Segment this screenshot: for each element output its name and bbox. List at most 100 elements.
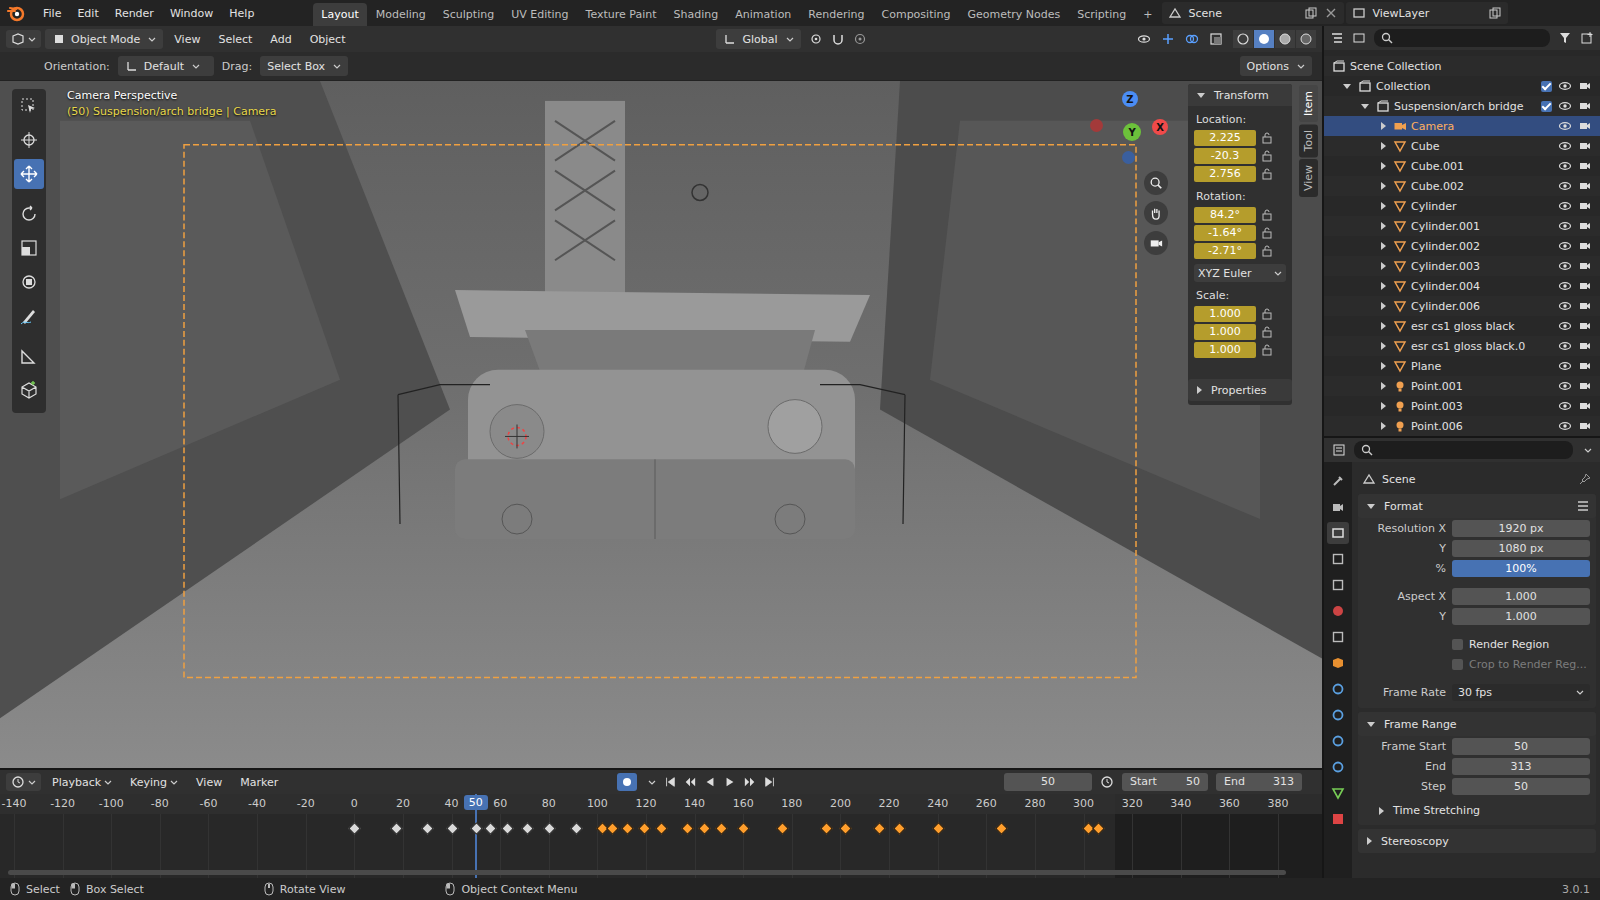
sidebar-tab[interactable]: Item [1299, 85, 1318, 122]
keyframe[interactable] [932, 822, 945, 835]
keyframe[interactable] [698, 822, 711, 835]
y-axis-handle[interactable]: Y [1123, 123, 1141, 141]
keyframe[interactable] [776, 822, 789, 835]
timeline-menu[interactable]: Keying [123, 773, 185, 792]
preview-range-icon[interactable] [1100, 775, 1114, 789]
horizontal-scrollbar[interactable] [8, 870, 1286, 875]
xray-icon[interactable] [1209, 32, 1223, 46]
end-frame-field[interactable]: End313 [1216, 773, 1302, 791]
display-mode-icon[interactable] [1352, 31, 1366, 45]
tool-button[interactable] [14, 159, 44, 189]
eye-icon[interactable] [1558, 199, 1572, 213]
exclude-checkbox[interactable] [1541, 101, 1552, 112]
location-field[interactable]: 2.225 [1194, 130, 1256, 146]
outliner-row[interactable]: Cube [1324, 136, 1600, 156]
lock-icon[interactable] [1261, 150, 1273, 162]
render-camera-icon[interactable] [1578, 119, 1592, 133]
frame-range-header[interactable]: Frame Range [1358, 712, 1596, 736]
properties-tab[interactable] [1327, 522, 1349, 544]
timeline-menu[interactable]: View [189, 773, 229, 792]
negative-x-handle[interactable] [1090, 119, 1103, 132]
eye-icon[interactable] [1558, 279, 1572, 293]
visibility-icon[interactable] [1137, 32, 1151, 46]
keyframe[interactable] [543, 822, 556, 835]
keyframe[interactable] [715, 822, 728, 835]
shading-button[interactable] [1296, 30, 1316, 48]
expand-arrow-icon[interactable] [1381, 382, 1386, 390]
eye-icon[interactable] [1558, 299, 1572, 313]
options-dropdown[interactable]: Options [1240, 56, 1312, 76]
eye-icon[interactable] [1558, 339, 1572, 353]
checkbox-field[interactable]: Render Region [1452, 638, 1549, 651]
properties-tab[interactable] [1327, 704, 1349, 726]
expand-arrow-icon[interactable] [1381, 142, 1386, 150]
eye-icon[interactable] [1558, 139, 1572, 153]
navigation-gizmo[interactable]: ZYX [1090, 89, 1170, 169]
auto-keying-button[interactable] [617, 773, 637, 791]
property-field[interactable]: 30 fps [1452, 684, 1590, 701]
rotation-field[interactable]: -1.64° [1194, 225, 1256, 241]
negative-z-handle[interactable] [1122, 151, 1135, 164]
scene-selector[interactable]: Scene [1162, 2, 1344, 24]
keyframe[interactable] [348, 822, 361, 835]
menu-item[interactable]: Help [222, 4, 261, 23]
drag-setting[interactable]: Select Box [260, 56, 348, 76]
expand-arrow-icon[interactable] [1381, 242, 1386, 250]
snap-icon[interactable] [831, 32, 845, 46]
viewport-menu[interactable]: View [167, 30, 207, 49]
properties-tab[interactable] [1327, 496, 1349, 518]
start-frame-field[interactable]: Start50 [1122, 773, 1208, 791]
keyframe[interactable] [621, 822, 634, 835]
lock-icon[interactable] [1261, 168, 1273, 180]
location-field[interactable]: 2.756 [1194, 166, 1256, 182]
expand-arrow-icon[interactable] [1381, 282, 1386, 290]
rotation-mode-dropdown[interactable]: XYZ Euler [1194, 264, 1286, 282]
outliner-icon[interactable] [1330, 31, 1344, 45]
render-camera-icon[interactable] [1578, 399, 1592, 413]
current-frame-field[interactable]: 50 [1004, 773, 1092, 791]
render-camera-icon[interactable] [1578, 299, 1592, 313]
expand-arrow-icon[interactable] [1381, 422, 1386, 430]
orientation-dropdown[interactable]: Global [716, 29, 800, 49]
outliner-row[interactable]: esr cs1 gloss black.0 [1324, 336, 1600, 356]
outliner-row[interactable]: esr cs1 gloss black [1324, 316, 1600, 336]
expand-arrow-icon[interactable] [1381, 302, 1386, 310]
transform-panel-header[interactable]: Transform [1188, 84, 1292, 106]
workspace-tab[interactable]: Shading [666, 3, 727, 26]
expand-arrow-icon[interactable] [1381, 402, 1386, 410]
properties-tab[interactable] [1327, 756, 1349, 778]
keyframe[interactable] [820, 822, 833, 835]
editor-type-button[interactable] [6, 30, 41, 48]
keyframe[interactable] [873, 822, 886, 835]
play-reverse-icon[interactable] [704, 776, 716, 788]
menu-item[interactable]: File [36, 4, 68, 23]
property-field[interactable]: 50 [1452, 778, 1590, 795]
properties-tab[interactable] [1327, 626, 1349, 648]
outliner-row[interactable]: Cylinder [1324, 196, 1600, 216]
keyframe[interactable] [521, 822, 534, 835]
keyframe[interactable] [995, 822, 1008, 835]
lock-icon[interactable] [1261, 308, 1273, 320]
checkbox[interactable] [1452, 639, 1463, 650]
keyframe[interactable] [421, 822, 434, 835]
properties-search[interactable] [1354, 441, 1573, 459]
outliner-row[interactable]: Cylinder.001 [1324, 216, 1600, 236]
render-camera-icon[interactable] [1578, 179, 1592, 193]
render-camera-icon[interactable] [1578, 219, 1592, 233]
outliner-row[interactable]: Collection [1324, 76, 1600, 96]
eye-icon[interactable] [1558, 239, 1572, 253]
tool-button[interactable] [14, 301, 44, 331]
lock-icon[interactable] [1261, 209, 1273, 221]
x-axis-handle[interactable]: X [1152, 119, 1168, 135]
proportional-edit-icon[interactable] [853, 32, 867, 46]
keyframe[interactable] [470, 822, 483, 835]
lock-icon[interactable] [1261, 326, 1273, 338]
sidebar-tab[interactable]: Tool [1299, 124, 1318, 157]
scene-name[interactable]: Scene [1188, 7, 1298, 20]
render-camera-icon[interactable] [1578, 419, 1592, 433]
outliner-row[interactable]: Point.001 [1324, 376, 1600, 396]
expand-arrow-icon[interactable] [1343, 84, 1351, 89]
outliner-row[interactable]: Plane [1324, 356, 1600, 376]
shading-button[interactable] [1254, 30, 1274, 48]
properties-tab[interactable] [1327, 470, 1349, 492]
